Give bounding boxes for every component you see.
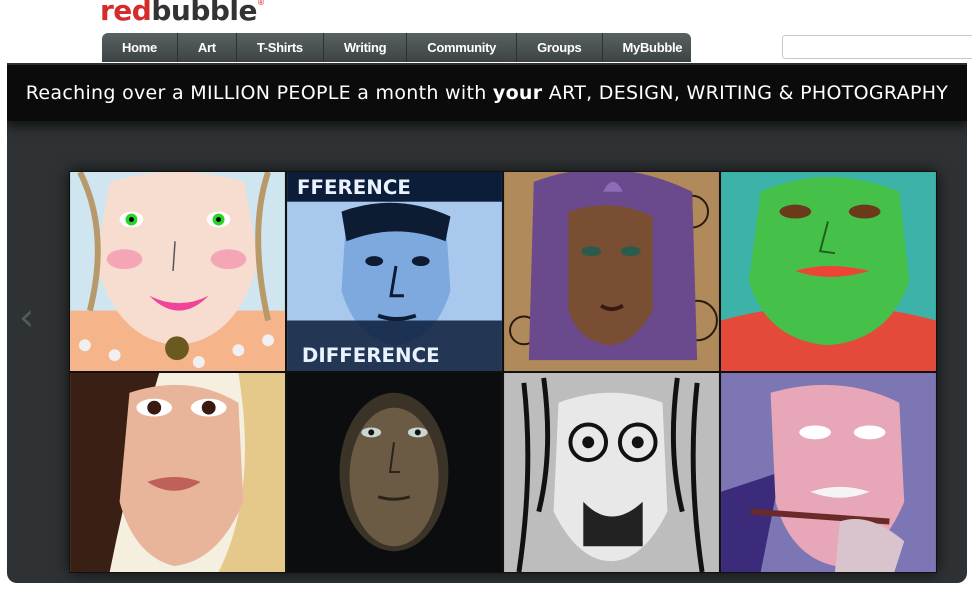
- hero-banner: Reaching over a MILLION PEOPLE a month w…: [7, 63, 967, 583]
- artwork-woman-portrait[interactable]: [69, 372, 286, 573]
- artwork-dark-man-portrait[interactable]: [286, 372, 503, 573]
- nav-art[interactable]: Art: [178, 33, 237, 62]
- nav-home[interactable]: Home: [102, 33, 178, 62]
- nav-groups[interactable]: Groups: [517, 33, 603, 62]
- page: redbubble® Home Art T-Shirts Writing Com…: [0, 0, 972, 590]
- artwork-grid: FFERENCE DIFFERENCE: [69, 171, 937, 573]
- redbubble-logo[interactable]: redbubble®: [100, 0, 265, 27]
- artwork-blue-portrait[interactable]: FFERENCE DIFFERENCE: [286, 171, 503, 372]
- artwork-dreadlock-sketch[interactable]: [503, 372, 720, 573]
- artwork-old-man-painting[interactable]: [720, 372, 937, 573]
- artwork-purple-hair-woman[interactable]: [503, 171, 720, 372]
- main-nav: Home Art T-Shirts Writing Community Grou…: [102, 33, 691, 62]
- nav-mybubble[interactable]: MyBubble: [603, 33, 703, 62]
- artwork-clown-face[interactable]: [69, 171, 286, 372]
- artwork-green-face[interactable]: [720, 171, 937, 372]
- tagline: Reaching over a MILLION PEOPLE a month w…: [25, 82, 949, 104]
- prev-arrow-icon[interactable]: ‹: [19, 295, 34, 339]
- svg-text:DIFFERENCE: DIFFERENCE: [302, 344, 440, 367]
- nav-tshirts[interactable]: T-Shirts: [237, 33, 324, 62]
- nav-community[interactable]: Community: [407, 33, 518, 62]
- nav-writing[interactable]: Writing: [324, 33, 408, 62]
- search-input[interactable]: [782, 35, 972, 59]
- svg-text:FFERENCE: FFERENCE: [297, 176, 411, 199]
- tagline-bar: Reaching over a MILLION PEOPLE a month w…: [7, 65, 967, 121]
